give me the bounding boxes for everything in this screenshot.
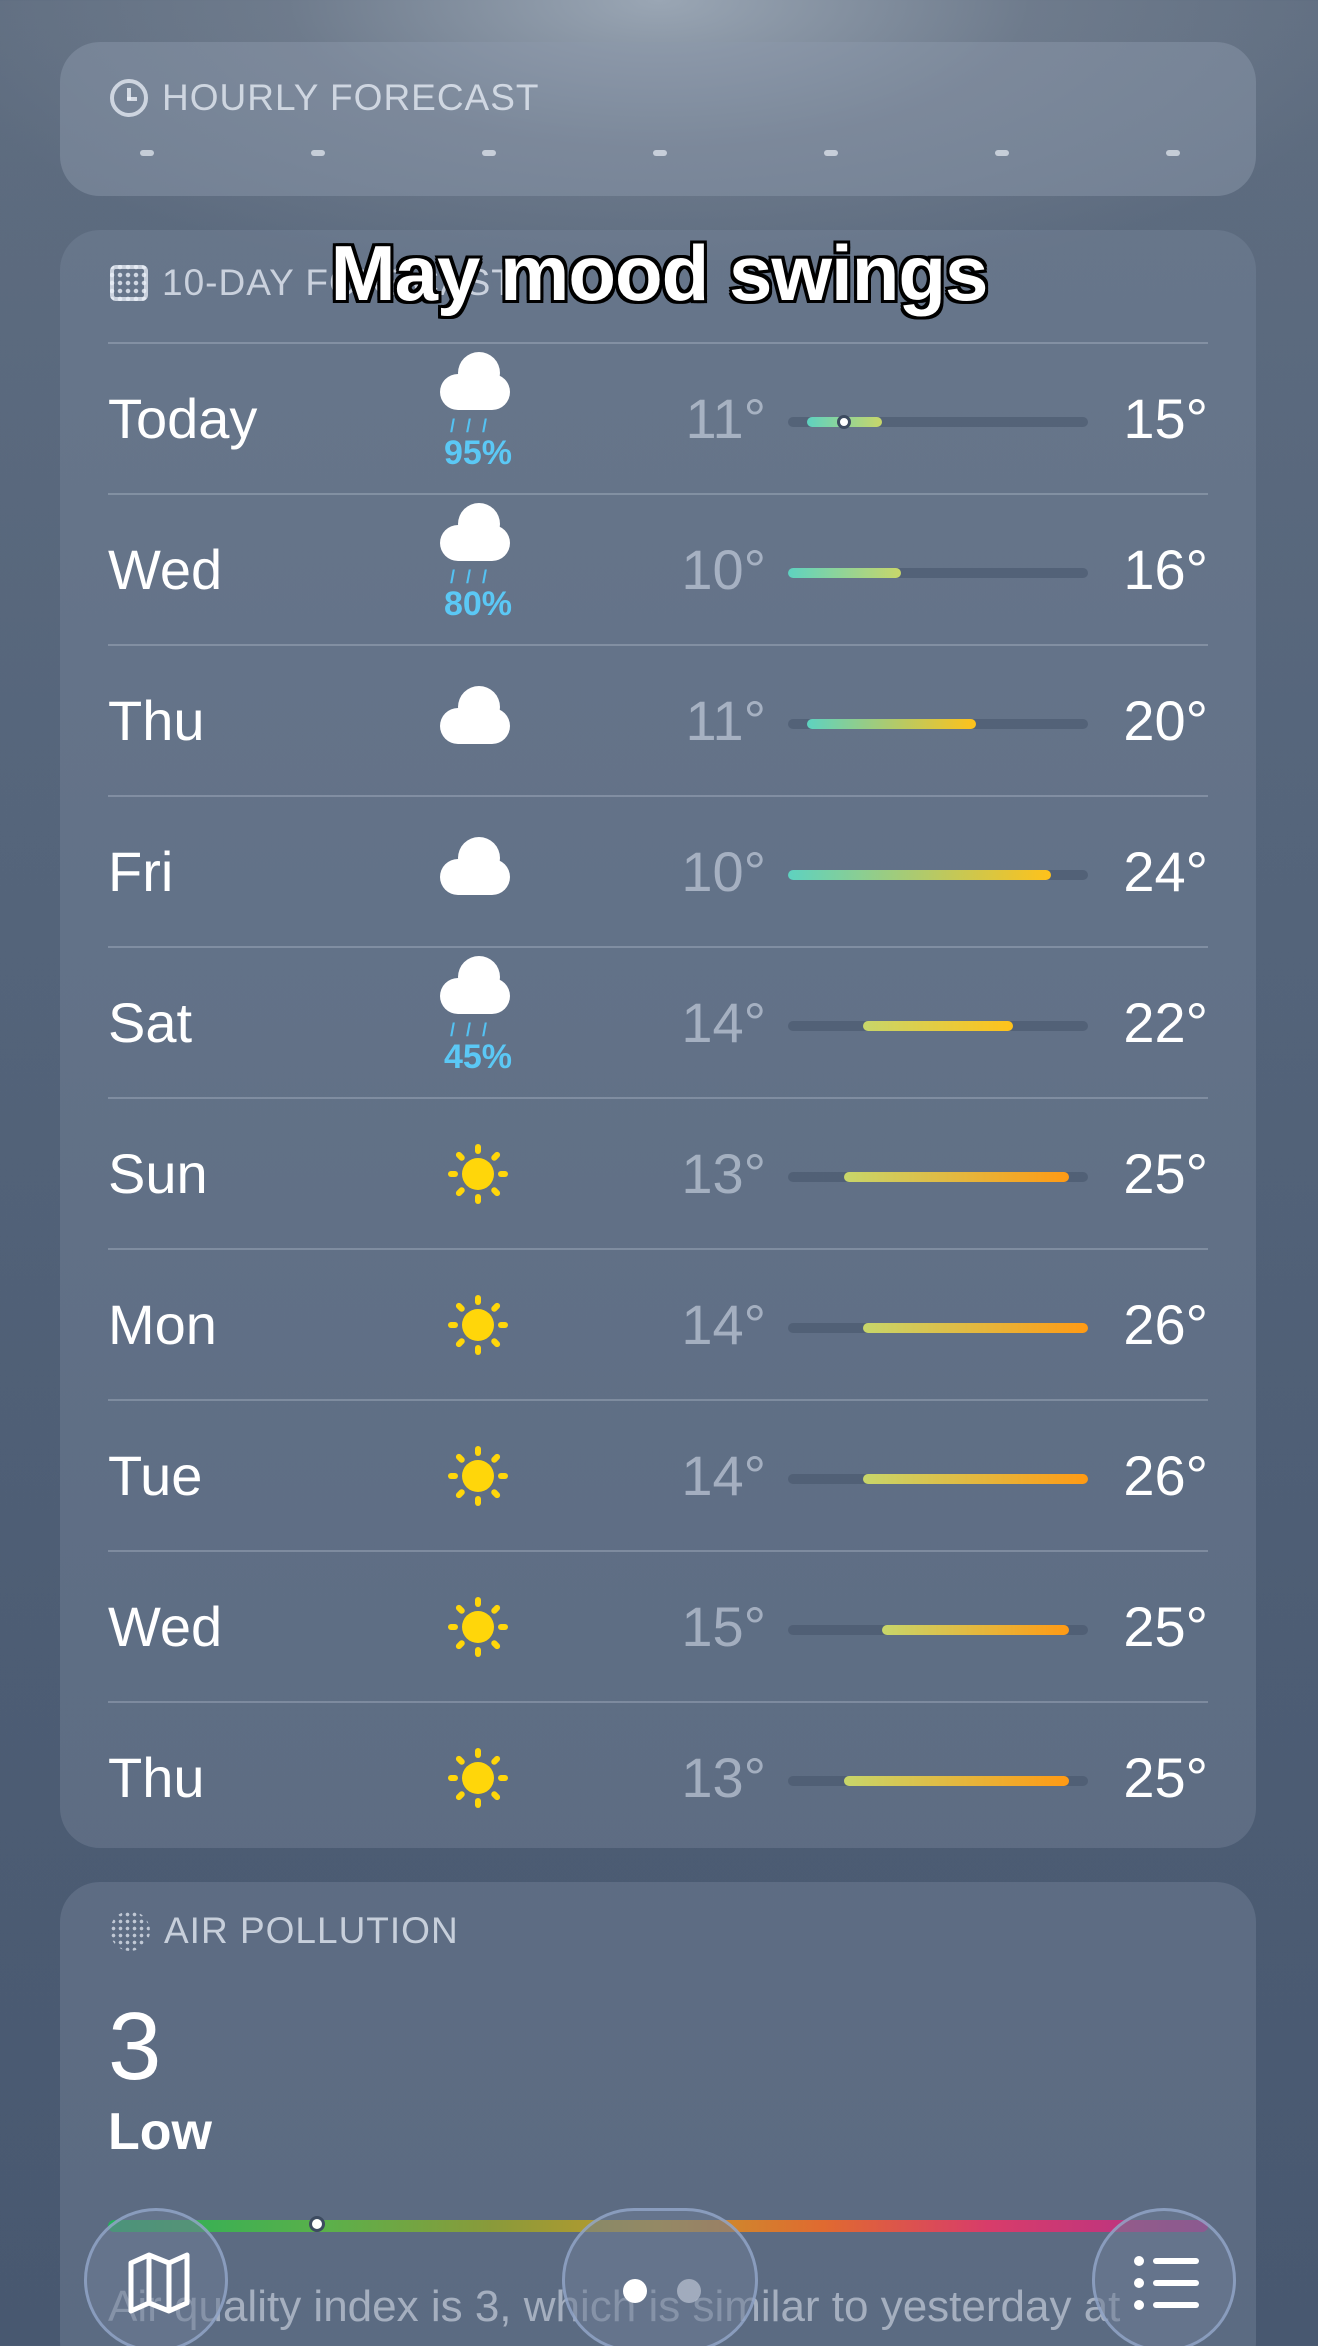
low-temperature: 10° [681,840,766,903]
high-temperature: 25° [1123,1595,1208,1658]
low-temperature: 14° [681,991,766,1054]
forecast-row[interactable]: Tue 14° 26° [108,1399,1208,1550]
temperature-range-fill [788,870,1051,880]
forecast-day-label: Fri [108,840,174,903]
map-button[interactable] [84,2208,228,2346]
list-icon [1134,2256,1199,2310]
forecast-row[interactable]: Fri 10° 24° [108,795,1208,946]
temperature-range-fill [863,1474,1088,1484]
sun-icon [430,1703,526,1854]
temperature-range-fill [863,1021,1013,1031]
precipitation-chance: 95% [443,434,513,472]
air-pollution-title: AIR POLLUTION [164,1910,459,1951]
temperature-range-fill [806,719,976,729]
forecast-row[interactable]: Sat / / /45% 14° 22° [108,946,1208,1097]
sun-icon [430,1250,526,1401]
hourly-items-peek [140,150,1180,160]
high-temperature: 26° [1123,1444,1208,1507]
temperature-range-fill [844,1776,1070,1786]
low-temperature: 10° [681,538,766,601]
sun-icon [430,1099,526,1250]
forecast-row[interactable]: Sun 13° 25° [108,1097,1208,1248]
forecast-rows: Today / / /95% 11° 15° Wed / / /80% 10° 16° Thu 1… [108,342,1208,1852]
hourly-forecast-header: HOURLY FORECAST [110,77,540,119]
low-temperature: 13° [681,1746,766,1809]
temperature-range-bar [788,1323,1088,1333]
page-indicator[interactable] [562,2208,758,2346]
low-temperature: 13° [681,1142,766,1205]
forecast-day-label: Tue [108,1444,203,1507]
high-temperature: 24° [1123,840,1208,903]
high-temperature: 22° [1123,991,1208,1054]
temperature-range-bar [788,719,1088,729]
temperature-range-bar [788,1021,1088,1031]
city-list-button[interactable] [1092,2208,1236,2346]
sun-icon [430,1401,526,1552]
temperature-range-bar [788,1172,1088,1182]
low-temperature: 14° [681,1444,766,1507]
temperature-range-bar [788,1474,1088,1484]
forecast-row[interactable]: Thu 11° 20° [108,644,1208,795]
high-temperature: 26° [1123,1293,1208,1356]
temperature-range-fill [881,1625,1070,1635]
forecast-row[interactable]: Today / / /95% 11° 15° [108,342,1208,493]
video-caption: May mood swings [330,229,989,317]
low-temperature: 11° [685,689,766,752]
map-icon [128,2252,190,2314]
temperature-range-fill [788,568,901,578]
clock-icon [110,79,148,117]
forecast-row[interactable]: Mon 14° 26° [108,1248,1208,1399]
forecast-day-label: Wed [108,1595,223,1658]
air-quality-level: Low [108,2103,212,2161]
high-temperature: 20° [1123,689,1208,752]
air-pollution-header: AIR POLLUTION [110,1910,459,1952]
temperature-range-bar [788,870,1088,880]
hourly-forecast-title: HOURLY FORECAST [162,77,540,118]
hourly-forecast-card[interactable]: HOURLY FORECAST [60,42,1256,196]
low-temperature: 14° [681,1293,766,1356]
temperature-range-fill [863,1323,1088,1333]
forecast-day-label: Today [108,387,258,450]
cloud-icon [430,797,526,948]
page-dot-current[interactable] [623,2279,647,2303]
high-temperature: 25° [1123,1746,1208,1809]
ten-day-forecast-card[interactable]: 10-DAY FORECAST Today / / /95% 11° 15° Wed / … [60,230,1256,1848]
precipitation-chance: 45% [443,1038,513,1076]
temperature-range-bar [788,568,1088,578]
cloud-rain-icon: / / /95% [430,344,526,495]
forecast-day-label: Thu [108,1746,205,1809]
forecast-row[interactable]: Wed 15° 25° [108,1550,1208,1701]
page-dot-other[interactable] [677,2279,701,2303]
forecast-row[interactable]: Wed / / /80% 10° 16° [108,493,1208,644]
low-temperature: 15° [681,1595,766,1658]
forecast-day-label: Sun [108,1142,208,1205]
bottom-toolbar [0,2200,1318,2346]
forecast-day-label: Sat [108,991,193,1054]
temperature-range-bar [788,415,1088,429]
temperature-range-bar [788,1625,1088,1635]
forecast-day-label: Mon [108,1293,217,1356]
temperature-range-fill [844,1172,1070,1182]
sun-icon [430,1552,526,1703]
forecast-day-label: Thu [108,689,205,752]
air-quality-value: 3 [108,1993,162,2100]
air-dots-icon [110,1911,150,1951]
high-temperature: 15° [1123,387,1208,450]
cloud-icon [430,646,526,797]
low-temperature: 11° [685,387,766,450]
high-temperature: 25° [1123,1142,1208,1205]
cloud-rain-icon: / / /45% [430,948,526,1099]
forecast-row[interactable]: Thu 13° 25° [108,1701,1208,1852]
forecast-day-label: Wed [108,538,223,601]
precipitation-chance: 80% [443,585,513,623]
cloud-rain-icon: / / /80% [430,495,526,646]
temperature-range-bar [788,1776,1088,1786]
high-temperature: 16° [1123,538,1208,601]
